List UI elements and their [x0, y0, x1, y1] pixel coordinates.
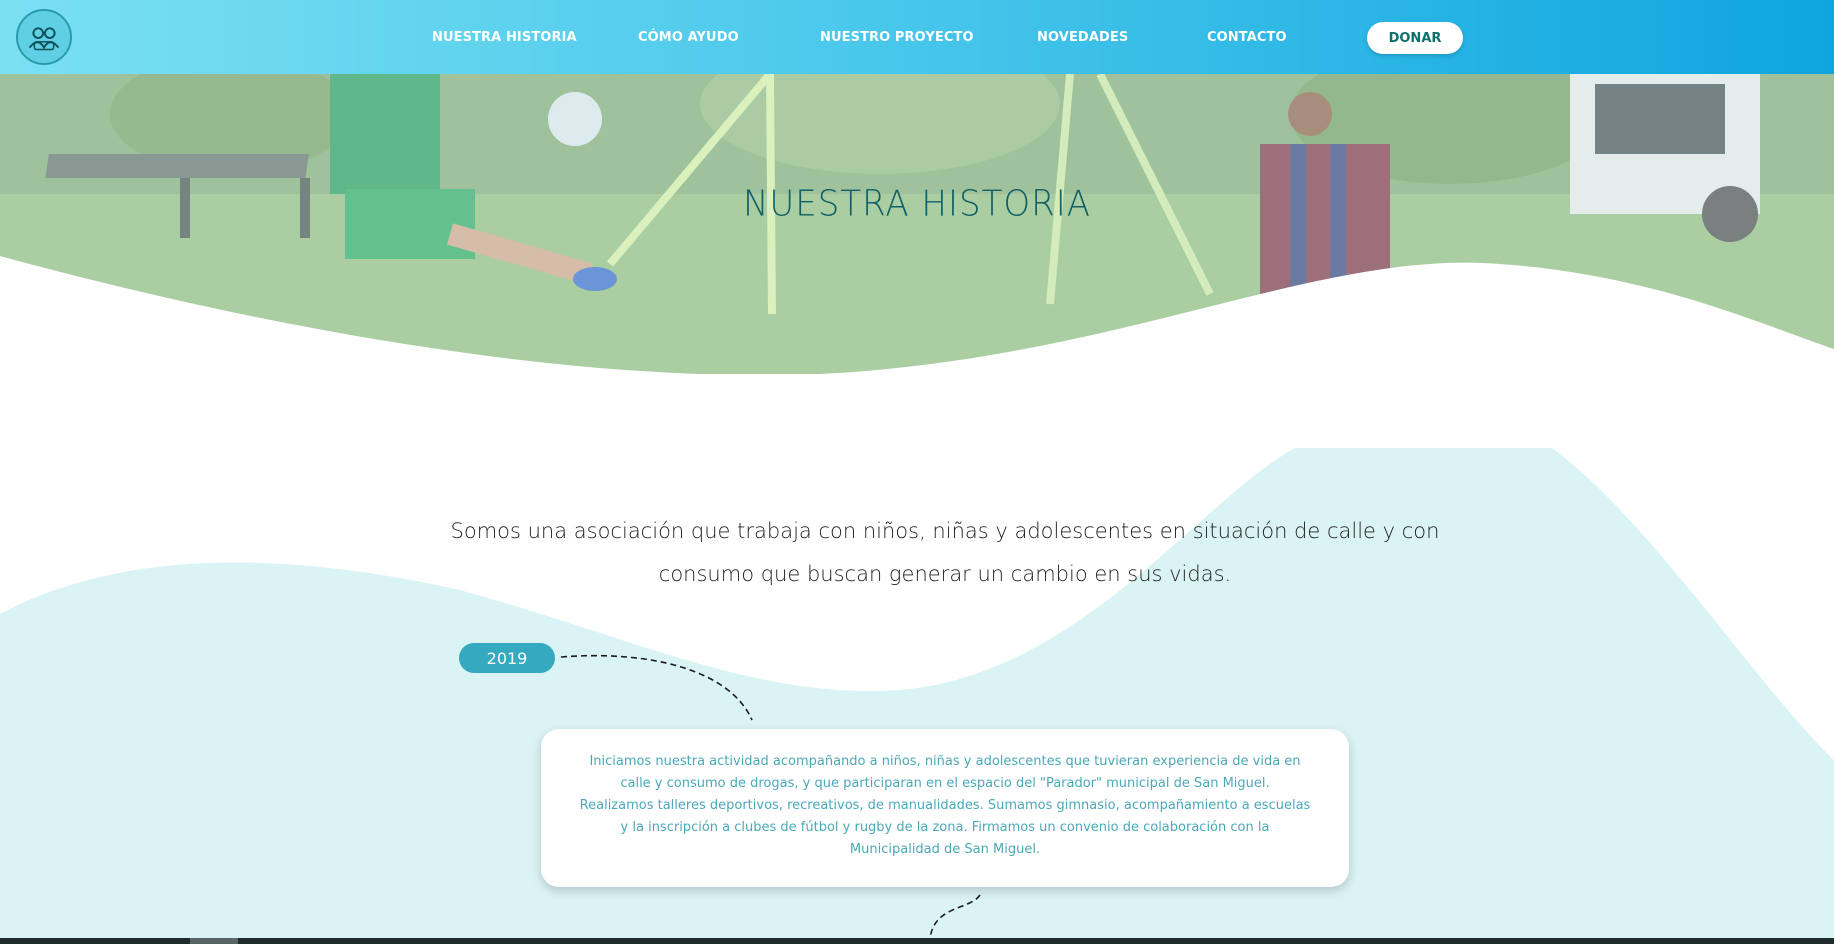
donate-button[interactable]: DONAR [1367, 22, 1463, 54]
nav-link-nuestra-historia[interactable]: NUESTRA HISTORIA [432, 30, 577, 45]
nav-link-como-ayudo[interactable]: CÓMO AYUDO [638, 30, 739, 45]
timeline-year-badge: 2019 [459, 643, 555, 673]
hero-wave-divider [0, 256, 1834, 374]
bottom-bar-chip [190, 938, 238, 944]
nav-link-nuestro-proyecto[interactable]: NUESTRO PROYECTO [820, 30, 974, 45]
timeline-paragraph-1: Iniciamos nuestra actividad acompañando … [589, 754, 1301, 791]
top-navbar: NUESTRA HISTORIA CÓMO AYUDO NUESTRO PROY… [0, 0, 1834, 74]
bottom-bar [0, 938, 1834, 944]
nav-links: NUESTRA HISTORIA CÓMO AYUDO NUESTRO PROY… [0, 0, 1834, 74]
timeline-paragraph-2: Realizamos talleres deportivos, recreati… [579, 798, 1311, 857]
nav-link-contacto[interactable]: CONTACTO [1207, 30, 1287, 45]
nav-link-novedades[interactable]: NOVEDADES [1037, 30, 1128, 45]
timeline-card: Iniciamos nuestra actividad acompañando … [541, 729, 1349, 887]
intro-text: Somos una asociación que trabaja con niñ… [450, 519, 1440, 586]
